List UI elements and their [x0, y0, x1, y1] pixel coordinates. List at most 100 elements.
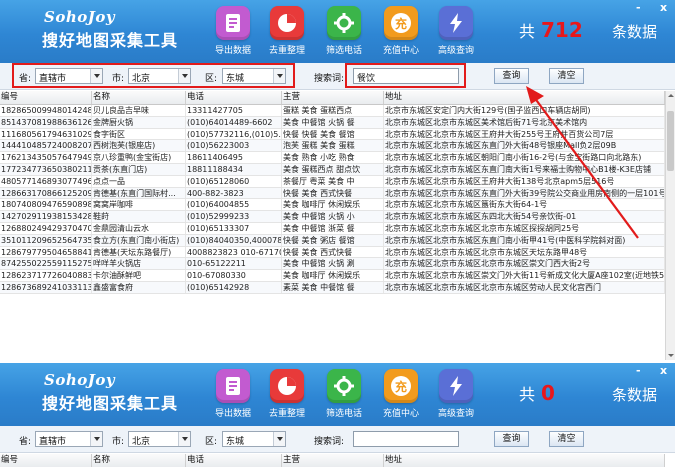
table-cell: 美食 中餐馆 火锅 涮 — [282, 258, 384, 270]
table-row[interactable]: 1286237177260408831 卡尔油酥鲜吧 010-67080330 美食 … — [0, 270, 665, 282]
search-button[interactable]: 查询 — [494, 431, 529, 447]
table-row[interactable]: 1268802494293704703 金鼎园清山云水 (010)65133307 美… — [0, 222, 665, 235]
app-window-top: SohoJoy 搜好地图采集工具 导出数据 去重整理 筛选电话 充 充值中心 高… — [0, 0, 675, 360]
province-select[interactable]: 直辖市 — [35, 431, 103, 447]
table-cell: 窝窝岸咖啡 — [92, 199, 186, 211]
table-cell: 010-65122211 — [186, 258, 282, 270]
brand-english: SohoJoy — [44, 371, 116, 389]
table-cell: 金鼎园清山云水 — [92, 222, 186, 234]
column-header[interactable]: 名称 — [92, 91, 186, 104]
close-button[interactable]: x — [660, 364, 667, 377]
table-cell: 1772347736503802111 — [1, 163, 92, 175]
city-select[interactable]: 北京 — [128, 431, 191, 447]
export-icon — [216, 6, 250, 40]
table-cell: 北京市东城区北京市东城区美术馆后街71号北京美术馆内 — [384, 116, 665, 128]
minimize-button[interactable]: - — [636, 364, 641, 377]
table-row[interactable]: 8742550225591152753 咩咩羊火锅店 010-65122211 美食 … — [0, 258, 665, 271]
column-header[interactable]: 主营 — [282, 454, 384, 467]
export-label: 导出数据 — [214, 409, 251, 419]
table-cell: 北京市东城区北京市东城区东四北大街54号亲饮街-01 — [384, 211, 665, 222]
table-row[interactable]: 8514370819886361264 金牌厨火锅 (010)64014489-66… — [0, 116, 665, 129]
export-button[interactable]: 导出数据 — [209, 369, 257, 421]
table-cell: 18811188434 — [186, 163, 282, 175]
scroll-thumb[interactable] — [667, 111, 674, 171]
table-row[interactable]: 1286736892410331135 鑫盛富食府 (010)65142928 素菜 … — [0, 281, 665, 294]
close-button[interactable]: x — [660, 1, 667, 14]
pie-chart-icon — [270, 6, 304, 40]
dedupe-label: 去重整理 — [268, 46, 305, 56]
search-button[interactable]: 查询 — [494, 68, 529, 84]
table-cell: 美食 咖啡厅 休闲娱乐 — [282, 199, 384, 211]
recharge-button[interactable]: 充 充值中心 — [377, 6, 425, 58]
table-cell: 美食 熟食 小吃 熟食 — [282, 152, 384, 163]
chevron-down-icon — [273, 432, 285, 446]
table-cell: 美食 咖啡厅 休闲娱乐 — [282, 270, 384, 281]
table-cell: 北京市东城区北京市东城区朝阳门南小街16-2号(与金宝街路口向北路东) — [384, 152, 665, 163]
table-cell: 贝儿良品吉早味 — [92, 105, 186, 116]
keyword-label: 搜索词: — [314, 74, 345, 84]
app-header: SohoJoy 搜好地图采集工具 导出数据 去重整理 筛选电话 充 充值中心 高… — [0, 363, 675, 426]
filter-phone-button[interactable]: 筛选电话 — [320, 369, 368, 421]
table-row[interactable]: 3510112096525647359 食立方(东直门南小街店) (010)8404… — [0, 234, 665, 247]
table-cell: 咩咩羊火锅店 — [92, 258, 186, 270]
advanced-query-label: 高级查询 — [437, 46, 474, 56]
table-row[interactable]: 1772347736503802111 贡茶(东直门店) 18811188434 美食… — [0, 163, 665, 176]
table-row[interactable]: 1286797795046588415 肯德基(天坛东路餐厅) 4008823823… — [0, 246, 665, 259]
minimize-button[interactable]: - — [636, 1, 641, 14]
dedupe-button[interactable]: 去重整理 — [263, 6, 311, 58]
city-label: 市: — [112, 437, 125, 447]
count-number: 0 — [541, 381, 555, 405]
results-table: 编号 名称 电话 主营 地址 — [0, 454, 665, 467]
table-row[interactable]: 1286631708661252095 肯德基(东直门国际村... 400-882-… — [0, 187, 665, 200]
table-row[interactable]: 1828650099480142482 贝儿良品吉早味 13311427705 蛋糕 … — [0, 105, 665, 117]
recharge-icon: 充 — [384, 6, 418, 40]
count-number: 712 — [541, 18, 583, 42]
clear-button[interactable]: 清空 — [549, 431, 584, 447]
export-button[interactable]: 导出数据 — [209, 6, 257, 58]
vertical-scrollbar[interactable] — [665, 91, 675, 360]
table-row[interactable]: 1444104857240082079 西树泡芙(银座店) (010)5622300… — [0, 140, 665, 153]
table-cell: (010)56223003 — [186, 140, 282, 152]
table-cell: 肯德基(东直门国际村... — [92, 187, 186, 199]
table-row[interactable]: 1116805617946310295 食字街区 (010)57732116,(01… — [0, 128, 665, 141]
table-cell: 北京市东城区北京市东城区东直门南大街1号来福士购物中心B1楼-K3E店铺 — [384, 163, 665, 175]
highlight-box-keyword — [345, 63, 466, 88]
table-cell: 北京市东城区北京市东城区崇文门外大街11号新成文化大厦A座102室(近地铁5号.… — [385, 270, 665, 281]
table-row[interactable]: 1762134350576479494 京八珍重鸭(金宝街店) 1861140649… — [0, 152, 665, 164]
advanced-query-button[interactable]: 高级查询 — [432, 369, 480, 421]
brand-title: 搜好地图采集工具 — [42, 31, 179, 50]
column-header[interactable]: 编号 — [0, 454, 92, 467]
table-cell: 北京市东城区北京市东城区北京市东城区天坛东路甲48号 — [384, 246, 665, 258]
dedupe-label: 去重整理 — [268, 409, 305, 419]
column-header[interactable]: 电话 — [186, 91, 282, 104]
scroll-up-icon[interactable] — [666, 91, 675, 100]
advanced-query-button[interactable]: 高级查询 — [432, 6, 480, 58]
table-cell: 鑫盛富食府 — [92, 281, 186, 293]
table-row[interactable]: 1807408094765908980 窝窝岸咖啡 (010)64004855 美食 … — [0, 199, 665, 212]
province-label: 省: — [19, 437, 32, 447]
count-unit: 条数据 — [612, 386, 658, 404]
lightning-icon — [439, 6, 473, 40]
district-select[interactable]: 东城 — [222, 431, 286, 447]
table-cell: (010)84040350,400078... — [187, 234, 282, 246]
table-row[interactable]: 4805771468930774965 点点一品 (010)65128060 茶餐厅 … — [0, 175, 665, 188]
pie-chart-icon — [270, 369, 304, 403]
dedupe-button[interactable]: 去重整理 — [263, 369, 311, 421]
column-header[interactable]: 地址 — [384, 91, 665, 104]
clear-button[interactable]: 清空 — [549, 68, 584, 84]
table-row[interactable]: 1427029119381534287 鞋莳 (010)52999233 美食 中餐馆… — [0, 211, 665, 223]
gear-icon — [327, 369, 361, 403]
column-header[interactable]: 主营 — [282, 91, 384, 104]
table-cell: 1286237177260408831 — [1, 270, 92, 281]
recharge-button[interactable]: 充 充值中心 — [377, 369, 425, 421]
column-header[interactable]: 电话 — [186, 454, 282, 467]
count-prefix: 共 — [519, 22, 536, 41]
scroll-down-icon[interactable] — [666, 351, 675, 360]
table-header: 编号 名称 电话 主营 地址 — [0, 454, 665, 467]
keyword-input[interactable] — [353, 431, 459, 447]
column-header[interactable]: 编号 — [0, 91, 92, 104]
column-header[interactable]: 名称 — [92, 454, 186, 467]
column-header[interactable]: 地址 — [384, 454, 665, 467]
table-cell: 4008823823 010-67170829 — [186, 246, 282, 258]
filter-phone-button[interactable]: 筛选电话 — [320, 6, 368, 58]
